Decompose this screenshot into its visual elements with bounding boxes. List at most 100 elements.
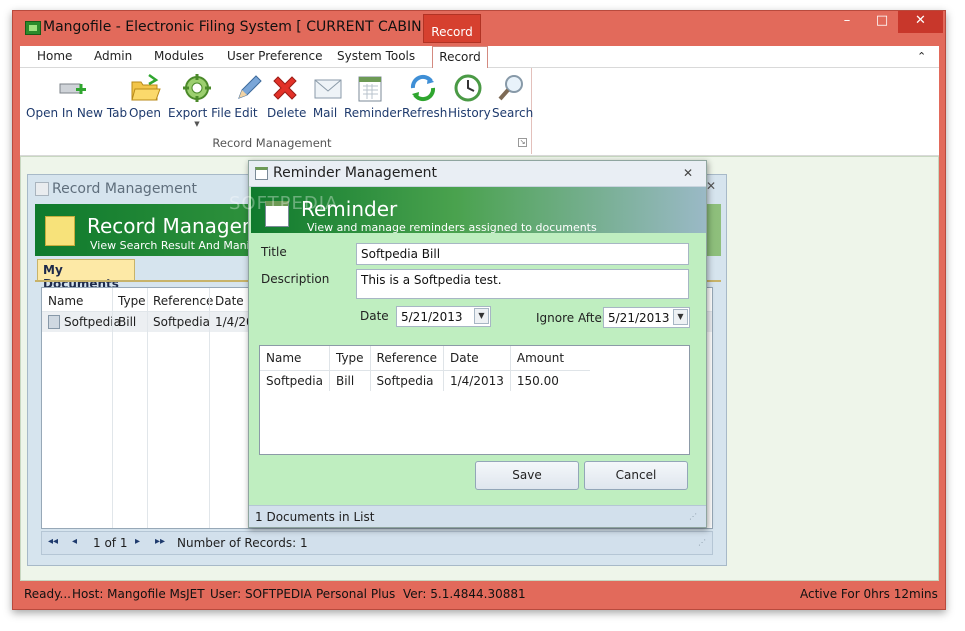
open-in-new-tab-button[interactable]: Open In New Tab: [26, 72, 127, 120]
export-file-button[interactable]: Export File ▼: [168, 72, 231, 128]
resize-grip-icon[interactable]: ⋰: [689, 512, 697, 521]
column-header-date[interactable]: Date: [215, 294, 244, 308]
clock-icon: [452, 72, 484, 104]
calendar-icon: [255, 167, 268, 180]
history-label: History: [448, 106, 491, 120]
grid-table: Name Type Reference Date Amount Softpedi…: [260, 346, 591, 391]
status-host: Host: Mangofile MsJET: [72, 587, 205, 601]
maximize-icon[interactable]: □: [868, 11, 896, 33]
title-bar: Mangofile - Electronic Filing System [ C…: [13, 11, 945, 46]
grid-col-reference[interactable]: Reference: [370, 346, 444, 371]
minimize-icon[interactable]: –: [833, 11, 861, 33]
folder-open-icon: [129, 72, 161, 104]
export-file-label: Export File: [168, 106, 232, 120]
date-picker[interactable]: 5/21/2013 ▼: [396, 306, 491, 327]
window-title: Mangofile - Electronic Filing System [ C…: [43, 19, 435, 35]
dialog-header-subtitle: View and manage reminders assigned to do…: [307, 221, 597, 234]
ignore-after-picker[interactable]: 5/21/2013 ▼: [603, 307, 690, 328]
table-row[interactable]: Softpedia Bill Softpedia 1/4/2013 150.00: [260, 370, 590, 391]
refresh-button[interactable]: Refresh: [402, 72, 448, 120]
mail-label: Mail: [312, 106, 338, 120]
dialog-title: Reminder Management: [273, 165, 438, 181]
search-label: Search: [492, 106, 534, 120]
red-x-icon: [269, 72, 301, 104]
tab-record[interactable]: Record: [432, 46, 488, 69]
gear-export-icon: [181, 72, 213, 104]
close-icon[interactable]: ✕: [898, 11, 943, 33]
next-page-icon[interactable]: ▸: [135, 536, 140, 547]
grid-header-row: Name Type Reference Date Amount: [260, 346, 591, 371]
chevron-down-icon: ▼: [194, 120, 200, 128]
grid-col-type[interactable]: Type: [329, 346, 371, 371]
reminder-button[interactable]: Reminder: [344, 72, 402, 120]
reminder-dialog: Reminder Management ✕ Reminder SOFTPEDIA…: [229, 160, 707, 528]
title-field[interactable]: Softpedia Bill: [356, 243, 689, 265]
first-page-icon[interactable]: ◂◂: [48, 536, 58, 547]
refresh-label: Refresh: [402, 106, 448, 120]
dialog-close-icon[interactable]: ✕: [683, 166, 693, 180]
resize-grip-icon[interactable]: ⋰: [698, 538, 706, 547]
tab-home[interactable]: Home: [37, 49, 72, 63]
magnifier-icon: [495, 72, 527, 104]
date-value: 5/21/2013: [401, 310, 463, 324]
cancel-button[interactable]: Cancel: [584, 461, 688, 490]
open-in-new-tab-label: Open In New Tab: [26, 106, 128, 120]
chevron-down-icon[interactable]: ▼: [474, 308, 489, 324]
watermark: SOFTPEDIA: [229, 193, 339, 214]
column-header-type[interactable]: Type: [118, 294, 146, 308]
tab-user-preference[interactable]: User Preference: [227, 49, 323, 63]
open-button[interactable]: Open: [128, 72, 162, 120]
ignore-after-value: 5/21/2013: [608, 311, 670, 325]
group-label: Record Management: [212, 136, 332, 150]
delete-button[interactable]: Delete: [267, 72, 307, 120]
mail-button[interactable]: Mail: [312, 72, 342, 120]
context-tab-record[interactable]: Record: [423, 14, 481, 43]
documents-grid[interactable]: Name Type Reference Date Amount Softpedi…: [259, 345, 690, 455]
open-label: Open: [128, 106, 162, 120]
status-ready: Ready...: [24, 587, 71, 601]
edit-label: Edit: [234, 106, 258, 120]
last-page-icon[interactable]: ▸▸: [155, 536, 165, 547]
description-field[interactable]: This is a Softpedia test.: [356, 269, 689, 299]
grid-col-date[interactable]: Date: [443, 346, 511, 371]
tab-system-tools[interactable]: System Tools: [337, 49, 415, 63]
status-version: Ver: 5.1.4844.30881: [403, 587, 526, 601]
window-icon: [35, 182, 49, 196]
history-button[interactable]: History: [448, 72, 491, 120]
delete-label: Delete: [267, 106, 307, 120]
row-type: Bill: [118, 315, 137, 329]
column-header-name[interactable]: Name: [48, 294, 83, 308]
row-reference: Softpedia: [153, 315, 210, 329]
new-tab-icon: [56, 72, 88, 104]
prev-page-icon[interactable]: ◂: [72, 536, 77, 547]
collapse-ribbon-icon[interactable]: ⌃: [917, 50, 926, 63]
grid-col-amount[interactable]: Amount: [510, 346, 591, 371]
sticky-note-icon: [45, 216, 75, 246]
edit-button[interactable]: Edit: [233, 72, 262, 120]
column-header-reference[interactable]: Reference: [153, 294, 213, 308]
grid-cell-reference: Softpedia: [370, 370, 444, 391]
chevron-down-icon[interactable]: ▼: [673, 309, 688, 325]
reminder-label: Reminder: [344, 106, 402, 120]
date-label: Date: [360, 309, 389, 323]
ignore-after-label: Ignore After: [536, 311, 607, 325]
grid-col-name[interactable]: Name: [260, 346, 330, 371]
tab-admin[interactable]: Admin: [94, 49, 132, 63]
tab-my-documents[interactable]: My Documents: [37, 259, 135, 291]
save-button[interactable]: Save: [475, 461, 579, 490]
grid-cell-name: Softpedia: [260, 370, 330, 391]
record-window-title: Record Management: [52, 181, 198, 197]
tab-modules[interactable]: Modules: [154, 49, 204, 63]
grid-cell-amount: 150.00: [516, 373, 559, 388]
grid-cell-type: Bill: [329, 370, 371, 391]
record-close-icon[interactable]: ✕: [706, 179, 716, 193]
description-label: Description: [261, 272, 330, 286]
dialog-launcher-icon[interactable]: ↘: [518, 138, 527, 147]
search-button[interactable]: Search: [492, 72, 534, 120]
envelope-icon: [312, 72, 344, 104]
title-label: Title: [261, 245, 287, 259]
column-divider: [209, 288, 210, 528]
calendar-icon: [354, 72, 386, 104]
app-logo-icon: [25, 21, 41, 35]
page-indicator: 1 of 1: [93, 536, 128, 550]
